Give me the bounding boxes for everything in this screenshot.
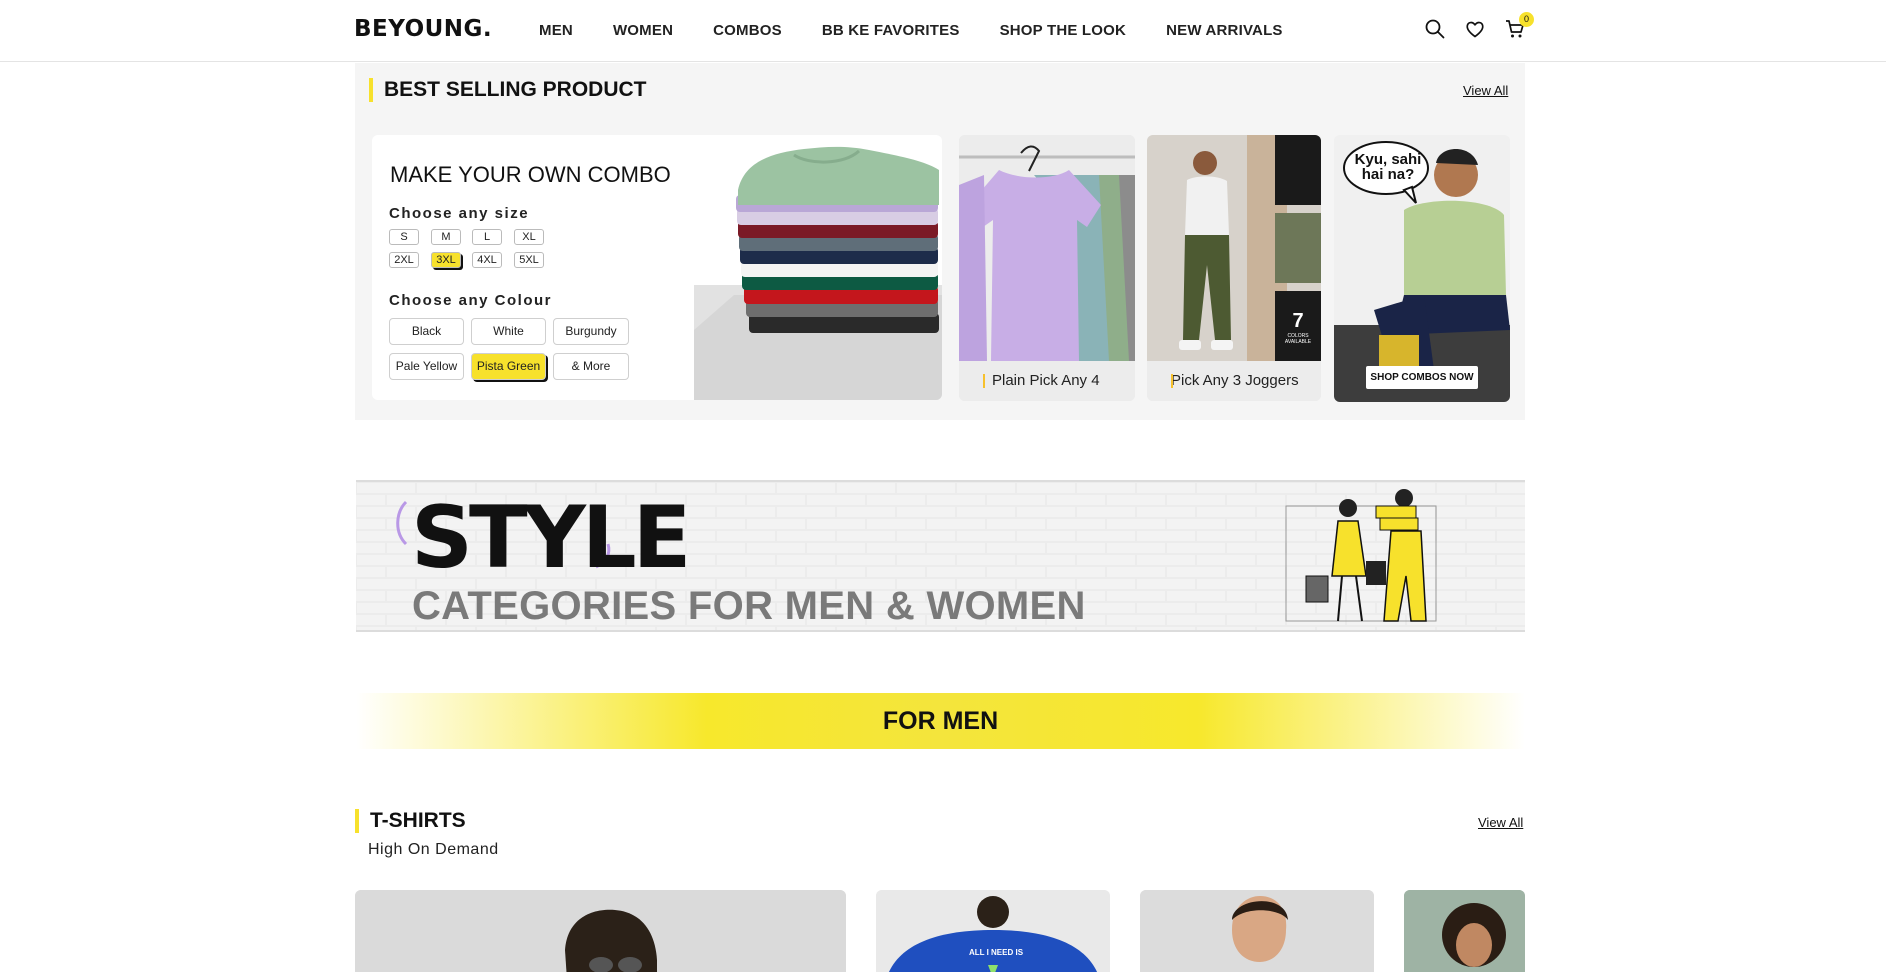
style-headline: STYLE: [411, 488, 691, 588]
nav-item-bb-ke-favorites[interactable]: BB KE FAVORITES: [822, 22, 960, 39]
shop-combos-now-button[interactable]: SHOP COMBOS NOW: [1366, 366, 1478, 389]
colour-chip-white[interactable]: White: [471, 318, 546, 345]
size-chip-3xl-selected[interactable]: 3XL: [431, 252, 461, 268]
shopping-couple-illustration: [1285, 489, 1437, 622]
for-men-banner: FOR MEN: [356, 693, 1525, 749]
colour-chip-pista-green-selected[interactable]: Pista Green: [471, 353, 546, 380]
cart-count-badge: 0: [1519, 12, 1534, 27]
colour-chip-pale-yellow[interactable]: Pale Yellow: [389, 353, 464, 380]
tshirt-card[interactable]: [355, 890, 846, 972]
colour-chip-burgundy[interactable]: Burgundy: [553, 318, 629, 345]
best-selling-section: BEST SELLING PRODUCT View All MAKE YOUR …: [355, 63, 1525, 420]
folded-tshirts-stack-image: [694, 146, 942, 400]
size-chip-m[interactable]: M: [431, 229, 461, 245]
brand-logo[interactable]: BEYOUNG.: [354, 16, 492, 42]
size-chip-l[interactable]: L: [472, 229, 502, 245]
pick-any-3-joggers-tile[interactable]: 7 COLORS AVAILABLE Pick Any 3 Joggers: [1147, 135, 1321, 401]
site-header: BEYOUNG. MEN WOMEN COMBOS BB KE FAVORITE…: [0, 0, 1886, 62]
nav-item-women[interactable]: WOMEN: [613, 22, 673, 39]
tshirt-card[interactable]: [1404, 890, 1525, 972]
plain-tees-on-hangers-image: [959, 135, 1135, 361]
main-nav: MEN WOMEN COMBOS BB KE FAVORITES SHOP TH…: [539, 22, 1323, 39]
tshirts-view-all-link[interactable]: View All: [1478, 815, 1523, 830]
nav-item-men[interactable]: MEN: [539, 22, 573, 39]
heart-icon[interactable]: [1464, 18, 1486, 40]
best-selling-view-all-link[interactable]: View All: [1463, 83, 1508, 98]
nav-item-shop-the-look[interactable]: SHOP THE LOOK: [1000, 22, 1127, 39]
speech-bubble-text: Kyu, sahi hai na?: [1354, 151, 1422, 183]
tshirt-back-print-image: [876, 890, 1110, 972]
style-categories-banner[interactable]: STYLE CATEGORIES FOR MEN & WOMEN: [356, 480, 1525, 632]
colour-label: Choose any Colour: [389, 292, 553, 309]
tshirts-section-title: T-SHIRTS: [355, 809, 466, 833]
tshirt-model-image: [1140, 890, 1374, 972]
tshirts-section-subtitle: High On Demand: [368, 841, 499, 858]
plain-pick-any-4-label: Plain Pick Any 4: [959, 361, 1135, 401]
colors-available-text: COLORS AVAILABLE: [1284, 333, 1312, 345]
pick-any-3-joggers-label: Pick Any 3 Joggers: [1147, 361, 1321, 401]
nav-item-new-arrivals[interactable]: NEW ARRIVALS: [1166, 22, 1283, 39]
make-your-own-combo-card[interactable]: MAKE YOUR OWN COMBO Choose any size S M …: [372, 135, 942, 400]
style-subtitle: CATEGORIES FOR MEN & WOMEN: [412, 584, 1086, 628]
size-label: Choose any size: [389, 205, 530, 222]
cart-icon[interactable]: 0: [1504, 12, 1534, 40]
colour-chip-more[interactable]: & More: [553, 353, 629, 380]
best-selling-title: BEST SELLING PRODUCT: [369, 78, 647, 102]
colour-chip-black[interactable]: Black: [389, 318, 464, 345]
colors-available-count: 7: [1292, 310, 1304, 332]
plain-pick-any-4-tile[interactable]: Plain Pick Any 4: [959, 135, 1135, 401]
combo-title: MAKE YOUR OWN COMBO: [390, 162, 671, 187]
size-chip-2xl[interactable]: 2XL: [389, 252, 419, 268]
search-icon[interactable]: [1424, 18, 1446, 40]
tshirt-card[interactable]: [1140, 890, 1374, 972]
size-chip-xl[interactable]: XL: [514, 229, 544, 245]
tshirt-model-image: [355, 890, 846, 972]
header-actions: 0: [1424, 12, 1534, 40]
size-chip-5xl[interactable]: 5XL: [514, 252, 544, 268]
size-chip-s[interactable]: S: [389, 229, 419, 245]
tshirt-model-image: [1404, 890, 1525, 972]
tshirt-print-text: ALL I NEED IS: [968, 948, 1024, 957]
size-chip-4xl[interactable]: 4XL: [472, 252, 502, 268]
nav-item-combos[interactable]: COMBOS: [713, 22, 782, 39]
tshirt-card[interactable]: ALL I NEED IS: [876, 890, 1110, 972]
shop-combos-promo-tile[interactable]: Kyu, sahi hai na? SHOP COMBOS NOW: [1334, 135, 1510, 402]
